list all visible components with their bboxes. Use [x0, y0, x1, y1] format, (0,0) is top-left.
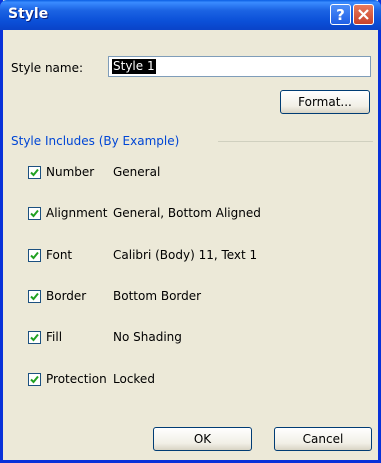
- font-label: Font: [46, 248, 73, 262]
- checkmark-icon: [30, 333, 39, 342]
- protection-label: Protection: [46, 372, 107, 386]
- style-dialog: Style ? Style name: Style 1 Format... St…: [0, 0, 381, 463]
- group-divider: [218, 141, 373, 142]
- cancel-button-label: Cancel: [302, 432, 344, 446]
- protection-checkbox[interactable]: [28, 373, 41, 386]
- border-value: Bottom Border: [113, 289, 202, 303]
- number-checkbox[interactable]: [28, 166, 41, 179]
- alignment-value: General, Bottom Aligned: [113, 206, 261, 220]
- protection-value: Locked: [113, 372, 155, 386]
- font-checkbox[interactable]: [28, 249, 41, 262]
- checkmark-icon: [30, 292, 39, 301]
- number-value: General: [113, 165, 161, 179]
- checkmark-icon: [30, 251, 39, 260]
- font-value: Calibri (Body) 11, Text 1: [113, 248, 258, 262]
- number-label: Number: [46, 165, 95, 179]
- style-name-input[interactable]: Style 1: [108, 56, 371, 77]
- dialog-title: Style: [8, 6, 49, 22]
- close-button[interactable]: [353, 4, 374, 25]
- ok-button[interactable]: OK: [153, 427, 252, 451]
- checkmark-icon: [30, 375, 39, 384]
- help-button[interactable]: ?: [330, 4, 351, 25]
- style-name-value: Style 1: [112, 59, 156, 74]
- title-bar[interactable]: Style ?: [0, 0, 381, 30]
- checkmark-icon: [30, 168, 39, 177]
- fill-value: No Shading: [113, 330, 182, 344]
- help-icon: ?: [336, 5, 345, 24]
- alignment-checkbox[interactable]: [28, 207, 41, 220]
- fill-checkbox[interactable]: [28, 331, 41, 344]
- border-label: Border: [46, 289, 87, 303]
- style-includes-group-title: Style Includes (By Example): [11, 134, 180, 148]
- checkmark-icon: [30, 209, 39, 218]
- close-icon: [358, 9, 369, 20]
- fill-label: Fill: [46, 330, 63, 344]
- format-button-label: Format...: [298, 95, 352, 109]
- cancel-button[interactable]: Cancel: [274, 427, 372, 451]
- alignment-label: Alignment: [46, 206, 108, 220]
- ok-button-label: OK: [193, 432, 212, 446]
- style-name-label: Style name:: [11, 61, 84, 75]
- format-button[interactable]: Format...: [280, 90, 370, 114]
- border-checkbox[interactable]: [28, 290, 41, 303]
